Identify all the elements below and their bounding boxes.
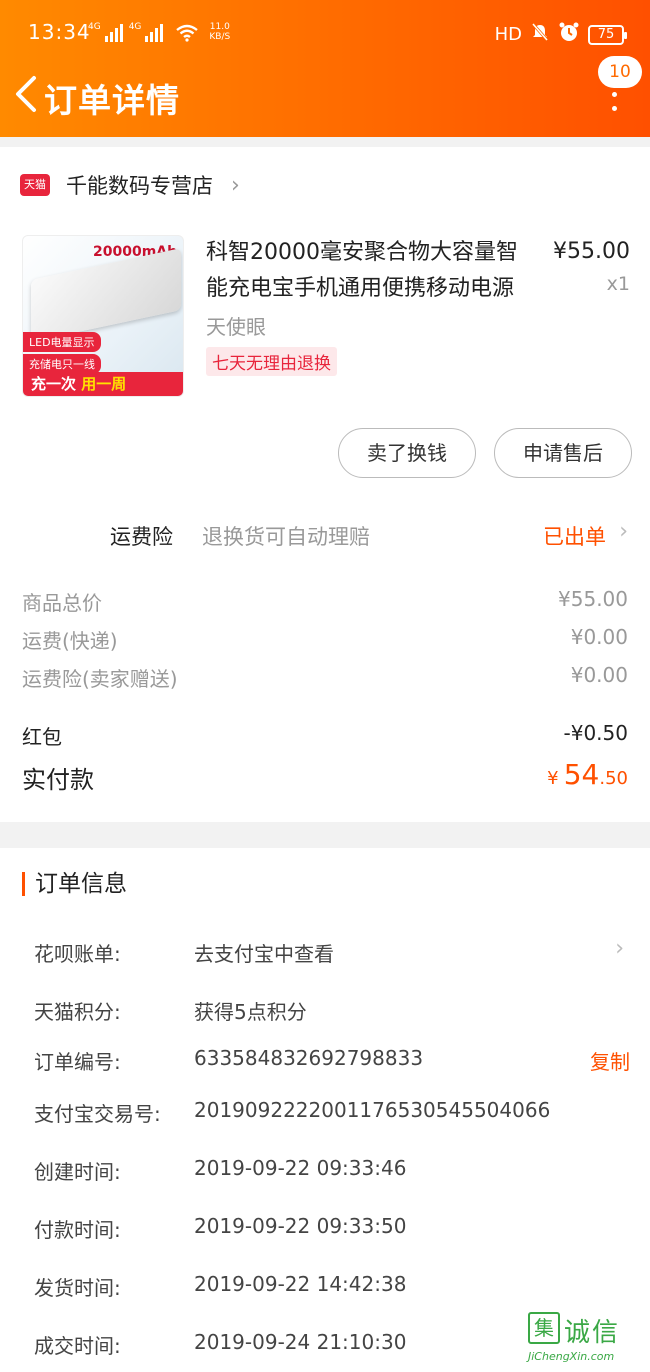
more-dots-icon	[612, 92, 617, 97]
shipping-fee-label: 运费(快递)	[22, 629, 118, 653]
shipping-fee-value: ¥0.00	[570, 625, 628, 649]
points-value: 获得5点积分	[194, 1000, 307, 1024]
points-row: 天猫积分: 获得5点积分	[34, 996, 630, 1030]
created-time-row: 创建时间: 2019-09-22 09:33:46	[34, 1156, 630, 1190]
signal-icon	[104, 24, 123, 42]
product-image-tag-charge: 充储电只一线	[23, 354, 101, 374]
shipped-time-value: 2019-09-22 14:42:38	[194, 1272, 407, 1296]
insurance-fee-value: ¥0.00	[570, 663, 628, 687]
network-speed-value: 11.0	[209, 22, 230, 32]
actual-payment-value: ¥ 54.50	[547, 758, 628, 791]
insurance-status: 已出单	[543, 525, 606, 549]
product-price: ¥55.00	[553, 239, 630, 264]
signal-icon-2	[145, 24, 164, 42]
order-card: 天猫 千能数码专营店 › 20000mAh LED电量显示 充储电只一线 充一次…	[0, 147, 650, 822]
wifi-icon	[175, 24, 199, 42]
chevron-right-icon: ›	[231, 172, 240, 198]
actual-payment-label: 实付款	[22, 766, 94, 794]
product-spec: 天使眼	[206, 315, 266, 339]
chevron-left-icon	[16, 76, 36, 112]
product-title[interactable]: 科智20000毫安聚合物大容量智能充电宝手机通用便携移动电源	[206, 235, 532, 307]
coupon-value: -¥0.50	[563, 721, 628, 745]
insurance-fee-row: 运费险(卖家赠送) ¥0.00	[22, 663, 628, 695]
product-image-banner-a: 充一次	[31, 375, 77, 393]
page-title: 订单详情	[44, 81, 180, 120]
back-button[interactable]	[8, 72, 44, 116]
order-info-card: 订单信息 花呗账单: 去支付宝中查看 › 天猫积分: 获得5点积分 订单编号: …	[0, 848, 650, 1372]
battery-icon: 75	[588, 24, 627, 45]
message-badge[interactable]: 10	[598, 56, 642, 88]
watermark-url: JiChengXin.com	[528, 1350, 615, 1363]
order-number-value: 633584832692798833	[194, 1046, 424, 1070]
product-image-banner: 充一次 用一周	[23, 372, 183, 396]
watermark-text: 诚信	[564, 1318, 621, 1348]
payment-integer: 54	[563, 758, 600, 791]
paid-time-row: 付款时间: 2019-09-22 09:33:50	[34, 1214, 630, 1248]
order-info-title: 订单信息	[22, 872, 127, 896]
return-policy-tag: 七天无理由退换	[206, 347, 337, 376]
product-quantity: x1	[606, 273, 630, 295]
done-time-value: 2019-09-24 21:10:30	[194, 1330, 407, 1354]
network-speed-unit: KB/S	[209, 32, 231, 42]
shop-row[interactable]: 天猫 千能数码专营店 ›	[20, 167, 240, 203]
tmall-logo-icon: 天猫	[20, 174, 50, 196]
goods-total-row: 商品总价 ¥55.00	[22, 587, 628, 619]
after-sale-button[interactable]: 申请售后	[494, 428, 632, 478]
alipay-number-label: 支付宝交易号:	[34, 1102, 161, 1126]
status-right: HD 75	[494, 21, 627, 48]
chevron-right-icon: ›	[619, 519, 628, 544]
created-time-label: 创建时间:	[34, 1160, 121, 1184]
done-time-label: 成交时间:	[34, 1334, 121, 1358]
huabei-row[interactable]: 花呗账单: 去支付宝中查看 ›	[34, 936, 630, 972]
huabei-value: 去支付宝中查看	[194, 942, 334, 966]
status-time: 13:34	[28, 20, 91, 44]
network-indicators: 4G 4G 11.0 KB/S	[88, 22, 230, 42]
copy-button[interactable]: 复制	[590, 1046, 630, 1075]
alipay-number-value: 2019092222001176530545504066	[194, 1098, 551, 1122]
shipping-insurance-row[interactable]: 运费险 退换货可自动理赔 已出单 ›	[0, 515, 650, 555]
hd-indicator: HD	[494, 24, 522, 45]
shipped-time-label: 发货时间:	[34, 1276, 121, 1300]
network-type-2: 4G	[128, 22, 142, 32]
paid-time-value: 2019-09-22 09:33:50	[194, 1214, 407, 1238]
sell-button[interactable]: 卖了换钱	[338, 428, 476, 478]
more-dots-icon-2	[612, 106, 617, 111]
coupon-label: 红包	[22, 725, 62, 749]
order-number-label: 订单编号:	[34, 1050, 121, 1074]
site-watermark: 集 诚信 JiChengXin.com	[528, 1312, 646, 1366]
payment-decimal: .50	[599, 768, 628, 789]
insurance-label: 运费险	[110, 525, 173, 549]
shipped-time-row: 发货时间: 2019-09-22 14:42:38	[34, 1272, 630, 1306]
alarm-icon	[558, 21, 580, 48]
power-bank-graphic	[31, 248, 181, 342]
product-image-tag-led: LED电量显示	[23, 332, 101, 352]
created-time-value: 2019-09-22 09:33:46	[194, 1156, 407, 1180]
shipping-fee-row: 运费(快递) ¥0.00	[22, 625, 628, 657]
network-type-1: 4G	[88, 22, 101, 32]
product-image-banner-b: 用一周	[81, 375, 127, 393]
network-speed: 11.0 KB/S	[209, 22, 230, 42]
paid-time-label: 付款时间:	[34, 1218, 121, 1242]
status-bar: 13:34 4G 4G 11.0 KB/S HD 75	[0, 0, 650, 64]
goods-total-label: 商品总价	[22, 591, 102, 615]
insurance-fee-label: 运费险(卖家赠送)	[22, 667, 178, 691]
watermark-logo: 集	[528, 1312, 560, 1344]
app-header: 13:34 4G 4G 11.0 KB/S HD 75 订单详情 10	[0, 0, 650, 137]
coupon-row: 红包 -¥0.50	[22, 721, 628, 753]
order-number-row: 订单编号: 633584832692798833 复制	[34, 1046, 630, 1080]
points-label: 天猫积分:	[34, 1000, 121, 1024]
insurance-desc: 退换货可自动理赔	[202, 525, 370, 549]
alipay-number-row: 支付宝交易号: 2019092222001176530545504066	[34, 1098, 630, 1132]
payment-currency: ¥	[547, 768, 559, 789]
actual-payment-row: 实付款 ¥ 54.50	[22, 758, 628, 798]
huabei-label: 花呗账单:	[34, 942, 121, 966]
goods-total-value: ¥55.00	[558, 587, 628, 611]
chevron-right-icon: ›	[615, 936, 624, 961]
product-image[interactable]: 20000mAh LED电量显示 充储电只一线 充一次 用一周	[22, 235, 184, 397]
shop-name: 千能数码专营店	[66, 174, 213, 198]
mute-icon	[530, 22, 550, 47]
